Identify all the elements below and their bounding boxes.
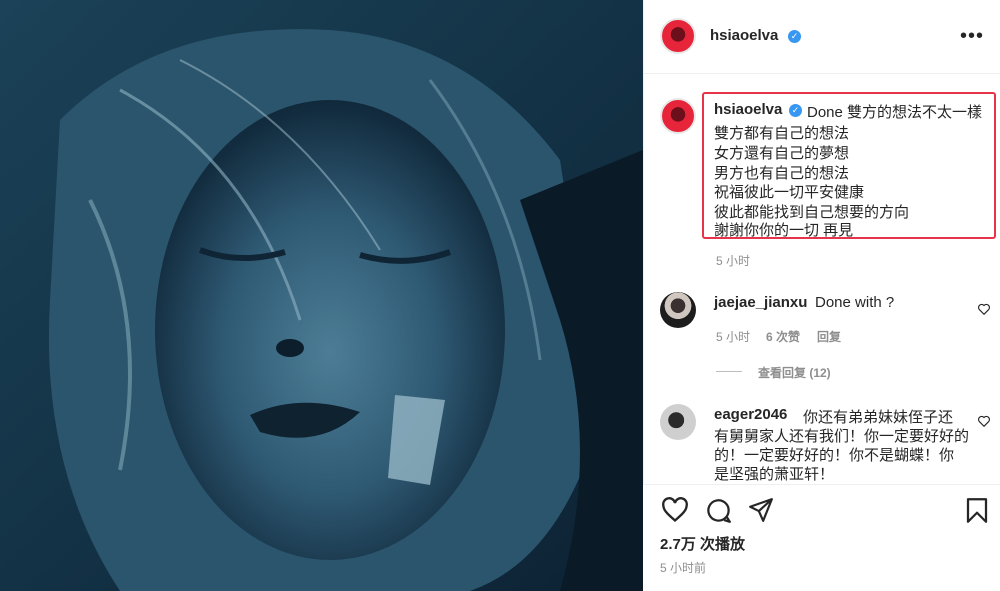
verified-badge-icon: ✓ <box>788 30 801 43</box>
post-video[interactable] <box>0 0 643 591</box>
more-horizontal-icon[interactable]: ••• <box>960 26 984 46</box>
share-send-icon[interactable] <box>748 497 774 523</box>
save-bookmark-icon[interactable] <box>965 497 989 524</box>
comment-text: Done with ? <box>815 294 895 311</box>
comment-username[interactable]: jaejae_jianxu <box>714 294 807 311</box>
author-username[interactable]: hsiaoelva <box>710 27 778 44</box>
caption-line: 祝福彼此一切平安健康 <box>714 184 865 201</box>
caption-line: Done 雙方的想法不太一樣 <box>807 104 983 121</box>
comment-text-line: 你还有弟弟妹妹侄子还 <box>803 409 954 426</box>
comment-time: 5 小时 <box>716 330 751 344</box>
commenter-avatar[interactable] <box>660 404 696 440</box>
commenter-avatar[interactable] <box>660 292 696 328</box>
comment-text-line: 的！一定要好好的！你不是蝴蝶！你 <box>714 447 955 464</box>
caption-verified-icon: ✓ <box>789 104 802 117</box>
comment-likes[interactable]: 6 次赞 <box>766 328 800 345</box>
view-replies-button[interactable]: 查看回复 (12) <box>758 364 831 381</box>
comment-reply-button[interactable]: 回复 <box>817 328 841 345</box>
like-comment-heart-icon[interactable] <box>977 414 991 428</box>
caption-avatar[interactable] <box>660 98 696 134</box>
author-avatar[interactable] <box>660 18 696 54</box>
like-comment-heart-icon[interactable] <box>977 302 991 316</box>
caption-username[interactable]: hsiaoelva <box>714 101 782 118</box>
video-frame <box>0 0 643 591</box>
caption-line: 雙方都有自己的想法 <box>714 125 850 142</box>
post-header <box>644 0 1000 74</box>
comment-bubble-icon[interactable] <box>705 497 732 524</box>
comment-username[interactable]: eager2046 <box>714 406 787 423</box>
caption-time: 5 小时 <box>716 254 751 268</box>
caption-line: 謝謝你你的一切 再見 <box>714 222 854 239</box>
replies-divider <box>716 371 742 372</box>
caption-line: 女方還有自己的夢想 <box>714 145 850 162</box>
post-timestamp[interactable]: 5 小时前 <box>660 559 706 576</box>
like-heart-icon[interactable] <box>661 497 689 523</box>
comment-text-line: 是坚强的萧亚轩！ <box>714 466 835 483</box>
comment-text-line: 有舅舅家人还有我们！你一定要好好的 <box>714 428 970 445</box>
view-count[interactable]: 2.7万 次播放 <box>660 533 745 554</box>
caption-line: 男方也有自己的想法 <box>714 165 850 182</box>
